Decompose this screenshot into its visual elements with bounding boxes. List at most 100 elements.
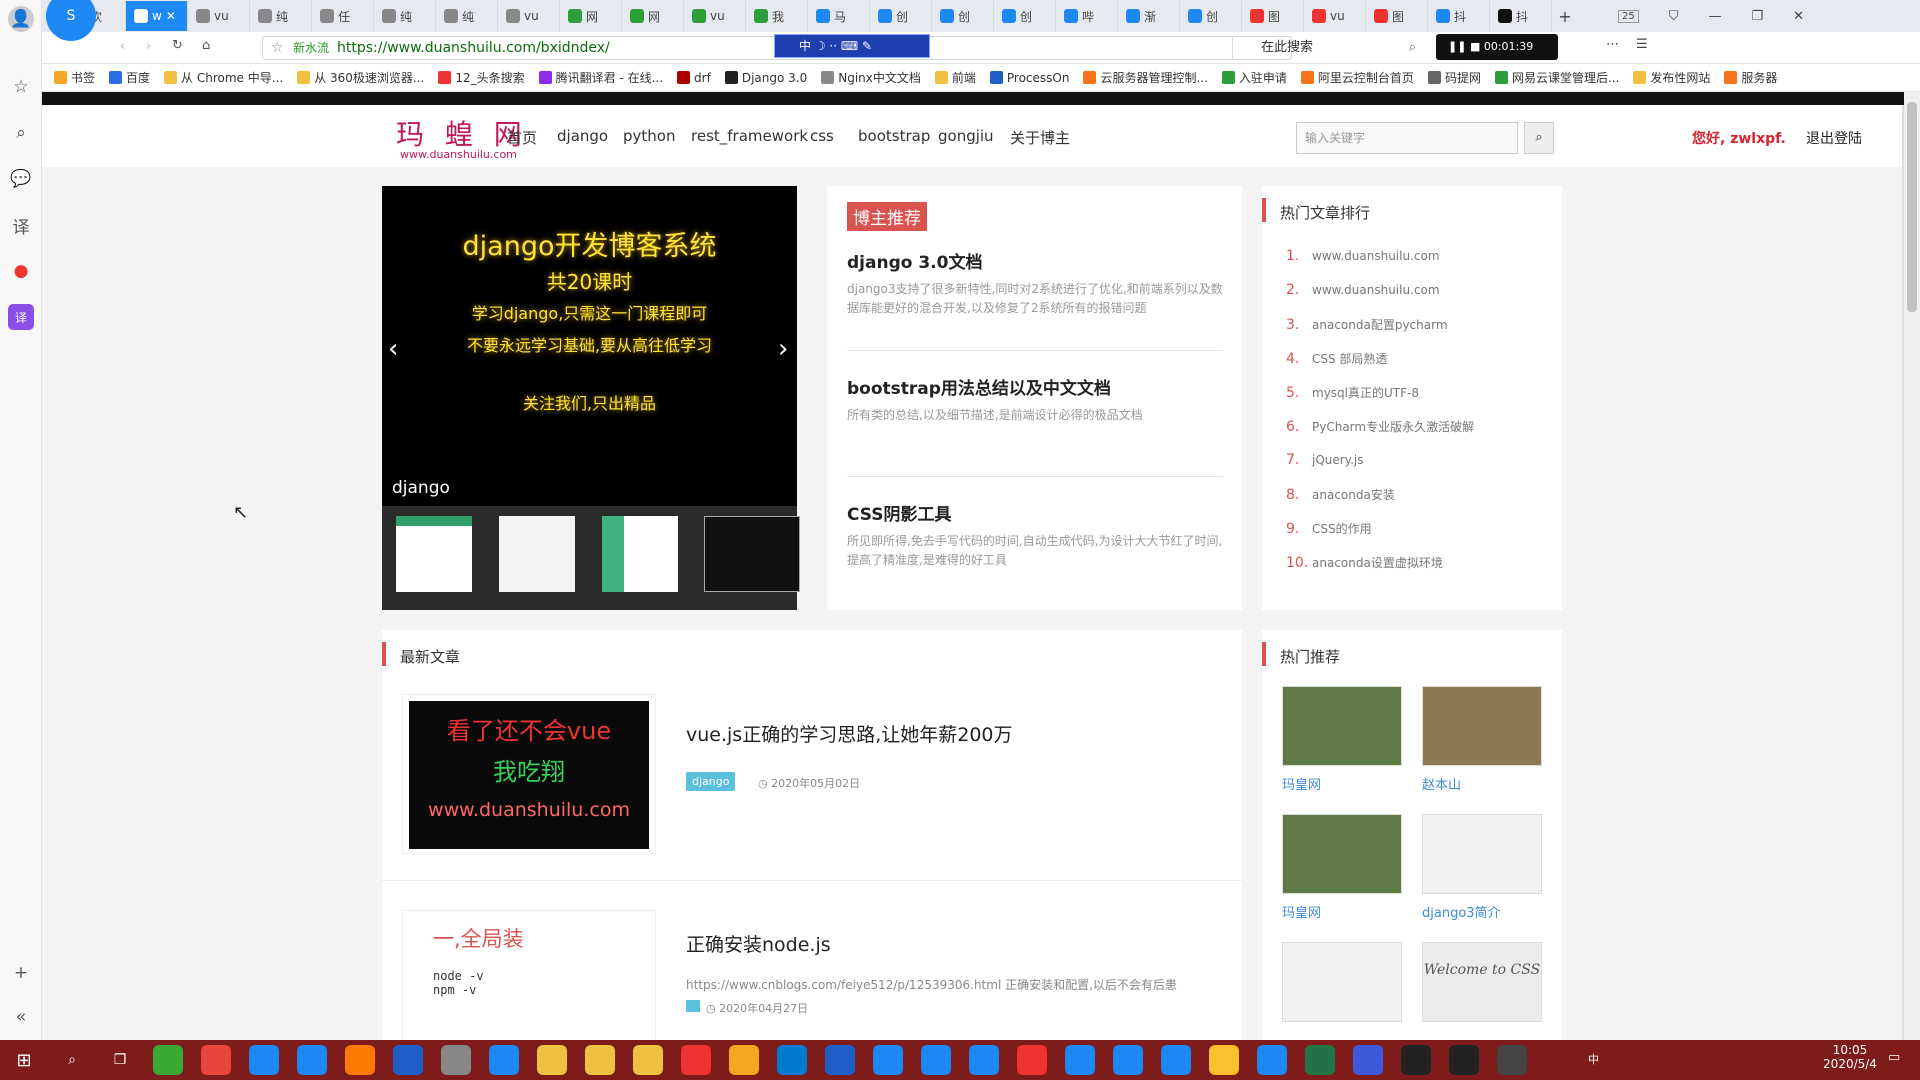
nav-item[interactable]: bootstrap — [858, 127, 930, 145]
browser-tab[interactable]: 网 — [622, 1, 684, 31]
restore-icon[interactable]: ❐ — [1752, 9, 1764, 24]
bookmark-item[interactable]: 书签 — [54, 69, 95, 86]
weibo-icon[interactable]: ● — [8, 258, 34, 284]
taskbar-app-icon[interactable] — [153, 1045, 183, 1075]
browser-tab[interactable]: vu — [188, 1, 250, 31]
hot-recommend-image[interactable] — [1422, 686, 1542, 766]
search-icon[interactable]: ⌕ — [8, 120, 34, 146]
taskbar-app-icon[interactable] — [681, 1045, 711, 1075]
bookmark-item[interactable]: 前端 — [934, 69, 976, 86]
nav-item[interactable]: rest_framework — [691, 127, 808, 145]
taskbar-app-icon[interactable] — [729, 1045, 759, 1075]
hot-article-item[interactable]: 3. anaconda配置pycharm — [1286, 316, 1448, 333]
browser-tab[interactable]: 创 — [1180, 1, 1242, 31]
add-icon[interactable]: + — [8, 960, 34, 986]
taskbar-app-icon[interactable] — [1017, 1045, 1047, 1075]
bookmark-item[interactable]: 百度 — [109, 69, 150, 86]
browser-tab[interactable]: 图 — [1242, 1, 1304, 31]
taskbar-app-icon[interactable] — [825, 1045, 855, 1075]
taskbar-app-icon[interactable] — [969, 1045, 999, 1075]
menu-icon[interactable]: ☰ — [1636, 37, 1648, 52]
hot-recommend-label[interactable]: django3简介 — [1422, 902, 1501, 921]
logout-link[interactable]: 退出登陆 — [1806, 128, 1862, 148]
nav-item[interactable]: gongjiu — [938, 127, 994, 145]
nav-item[interactable]: 关于博主 — [1010, 127, 1070, 148]
tab-close-icon[interactable]: ✕ — [166, 9, 176, 23]
pause-icon[interactable]: ❚❚ — [1448, 40, 1466, 53]
hot-recommend-label[interactable]: 玛皇网 — [1282, 774, 1321, 793]
taskbar-app-icon[interactable] — [201, 1045, 231, 1075]
bookmark-item[interactable]: 阿里云控制台首页 — [1300, 69, 1414, 86]
search-icon[interactable]: ⌕ — [1409, 36, 1416, 60]
search-box[interactable]: 在此搜索 ⌕ — [1232, 36, 1422, 60]
taskbar-app-icon[interactable] — [1065, 1045, 1095, 1075]
hot-article-item[interactable]: 2. www.duanshuilu.com — [1286, 282, 1440, 298]
ime-indicator[interactable]: 中 — [1588, 1051, 1599, 1067]
bookmark-star-icon[interactable]: ☆ — [271, 37, 284, 59]
taskbar-app-icon[interactable] — [1497, 1045, 1527, 1075]
taskbar-app-icon[interactable] — [633, 1045, 663, 1075]
hot-article-item[interactable]: 8. anaconda安装 — [1286, 486, 1395, 503]
browser-tab[interactable]: 我 — [746, 1, 808, 31]
browser-tab[interactable]: 创 — [932, 1, 994, 31]
bookmark-item[interactable]: 从 360极速浏览器... — [297, 69, 424, 86]
translate-icon[interactable]: 译 — [8, 212, 34, 238]
bookmark-item[interactable]: 云服务器管理控制... — [1083, 69, 1208, 86]
translator-icon[interactable]: 译 — [8, 304, 34, 330]
clock[interactable]: 10:05 2020/5/4 — [1820, 1043, 1880, 1071]
taskbar-app-icon[interactable] — [1161, 1045, 1191, 1075]
carousel-next-icon[interactable]: › — [778, 334, 788, 364]
taskbar-app-icon[interactable] — [1209, 1045, 1239, 1075]
bookmark-item[interactable]: 发布性网站 — [1633, 69, 1710, 86]
nav-item[interactable]: django — [557, 127, 608, 145]
nav-item[interactable]: 首页 — [507, 127, 537, 148]
browser-tab[interactable]: 抖 — [1490, 1, 1552, 31]
taskbar-app-icon[interactable] — [441, 1045, 471, 1075]
browser-tab[interactable]: 抖 — [1428, 1, 1490, 31]
browser-tab[interactable]: 网 — [560, 1, 622, 31]
bookmark-item[interactable]: Django 3.0 — [724, 71, 807, 85]
hot-recommend-label[interactable]: 赵本山 — [1422, 774, 1461, 793]
taskbar-app-icon[interactable] — [1113, 1045, 1143, 1075]
bookmark-item[interactable]: 服务器 — [1724, 69, 1777, 86]
carousel-prev-icon[interactable]: ‹ — [388, 334, 398, 364]
bookmark-item[interactable]: Nginx中文文档 — [821, 69, 921, 86]
taskbar-app-icon[interactable] — [393, 1045, 423, 1075]
article-tag[interactable]: django — [686, 772, 736, 791]
browser-tab[interactable]: 图 — [1366, 1, 1428, 31]
recommend-title[interactable]: CSS阴影工具 — [847, 500, 952, 525]
thumbnail-3[interactable] — [602, 516, 678, 592]
hot-article-item[interactable]: 9. CSS的作用 — [1286, 520, 1372, 537]
taskbar-app-icon[interactable] — [777, 1045, 807, 1075]
taskbar-app-icon[interactable] — [297, 1045, 327, 1075]
collapse-icon[interactable]: « — [8, 1004, 34, 1030]
bookmark-item[interactable]: drf — [677, 71, 711, 85]
taskbar-app-icon[interactable] — [1305, 1045, 1335, 1075]
favorites-star-icon[interactable]: ☆ — [8, 74, 34, 100]
hot-recommend-label[interactable]: 玛皇网 — [1282, 902, 1321, 921]
browser-tab[interactable]: 纯 — [374, 1, 436, 31]
hot-article-item[interactable]: 6. PyCharm专业版永久激活破解 — [1286, 418, 1474, 435]
browser-tab[interactable]: 创 — [870, 1, 932, 31]
taskbar-app-icon[interactable] — [921, 1045, 951, 1075]
taskbar-app-icon[interactable] — [1449, 1045, 1479, 1075]
recording-widget[interactable]: ❚❚ ■ 00:01:39 — [1436, 34, 1558, 60]
more-icon[interactable]: ⋯ — [1606, 37, 1619, 52]
browser-tab[interactable]: 纯 — [436, 1, 498, 31]
browser-tab[interactable]: w ✕ — [126, 1, 188, 31]
stop-icon[interactable]: ■ — [1470, 40, 1480, 53]
browser-tab[interactable]: vu — [684, 1, 746, 31]
bookmark-item[interactable]: ProcessOn — [989, 71, 1069, 85]
start-icon[interactable]: ⊞ — [9, 1045, 39, 1075]
thumbnail-4[interactable] — [704, 516, 800, 592]
bookmark-item[interactable]: 从 Chrome 中导... — [164, 69, 283, 86]
browser-tab[interactable]: 创 — [994, 1, 1056, 31]
nav-item[interactable]: css — [810, 127, 834, 145]
ime-toolbar[interactable]: 中 ☽ ·· ⌨ ✎ — [774, 34, 930, 58]
recommend-title[interactable]: django 3.0文档 — [847, 248, 982, 273]
taskbar-app-icon[interactable] — [1257, 1045, 1287, 1075]
bookmark-item[interactable]: 码提网 — [1427, 69, 1481, 86]
taskbar-app-icon[interactable] — [489, 1045, 519, 1075]
scrollbar[interactable] — [1904, 92, 1920, 1040]
tab-count-badge[interactable]: 25 — [1618, 9, 1639, 23]
